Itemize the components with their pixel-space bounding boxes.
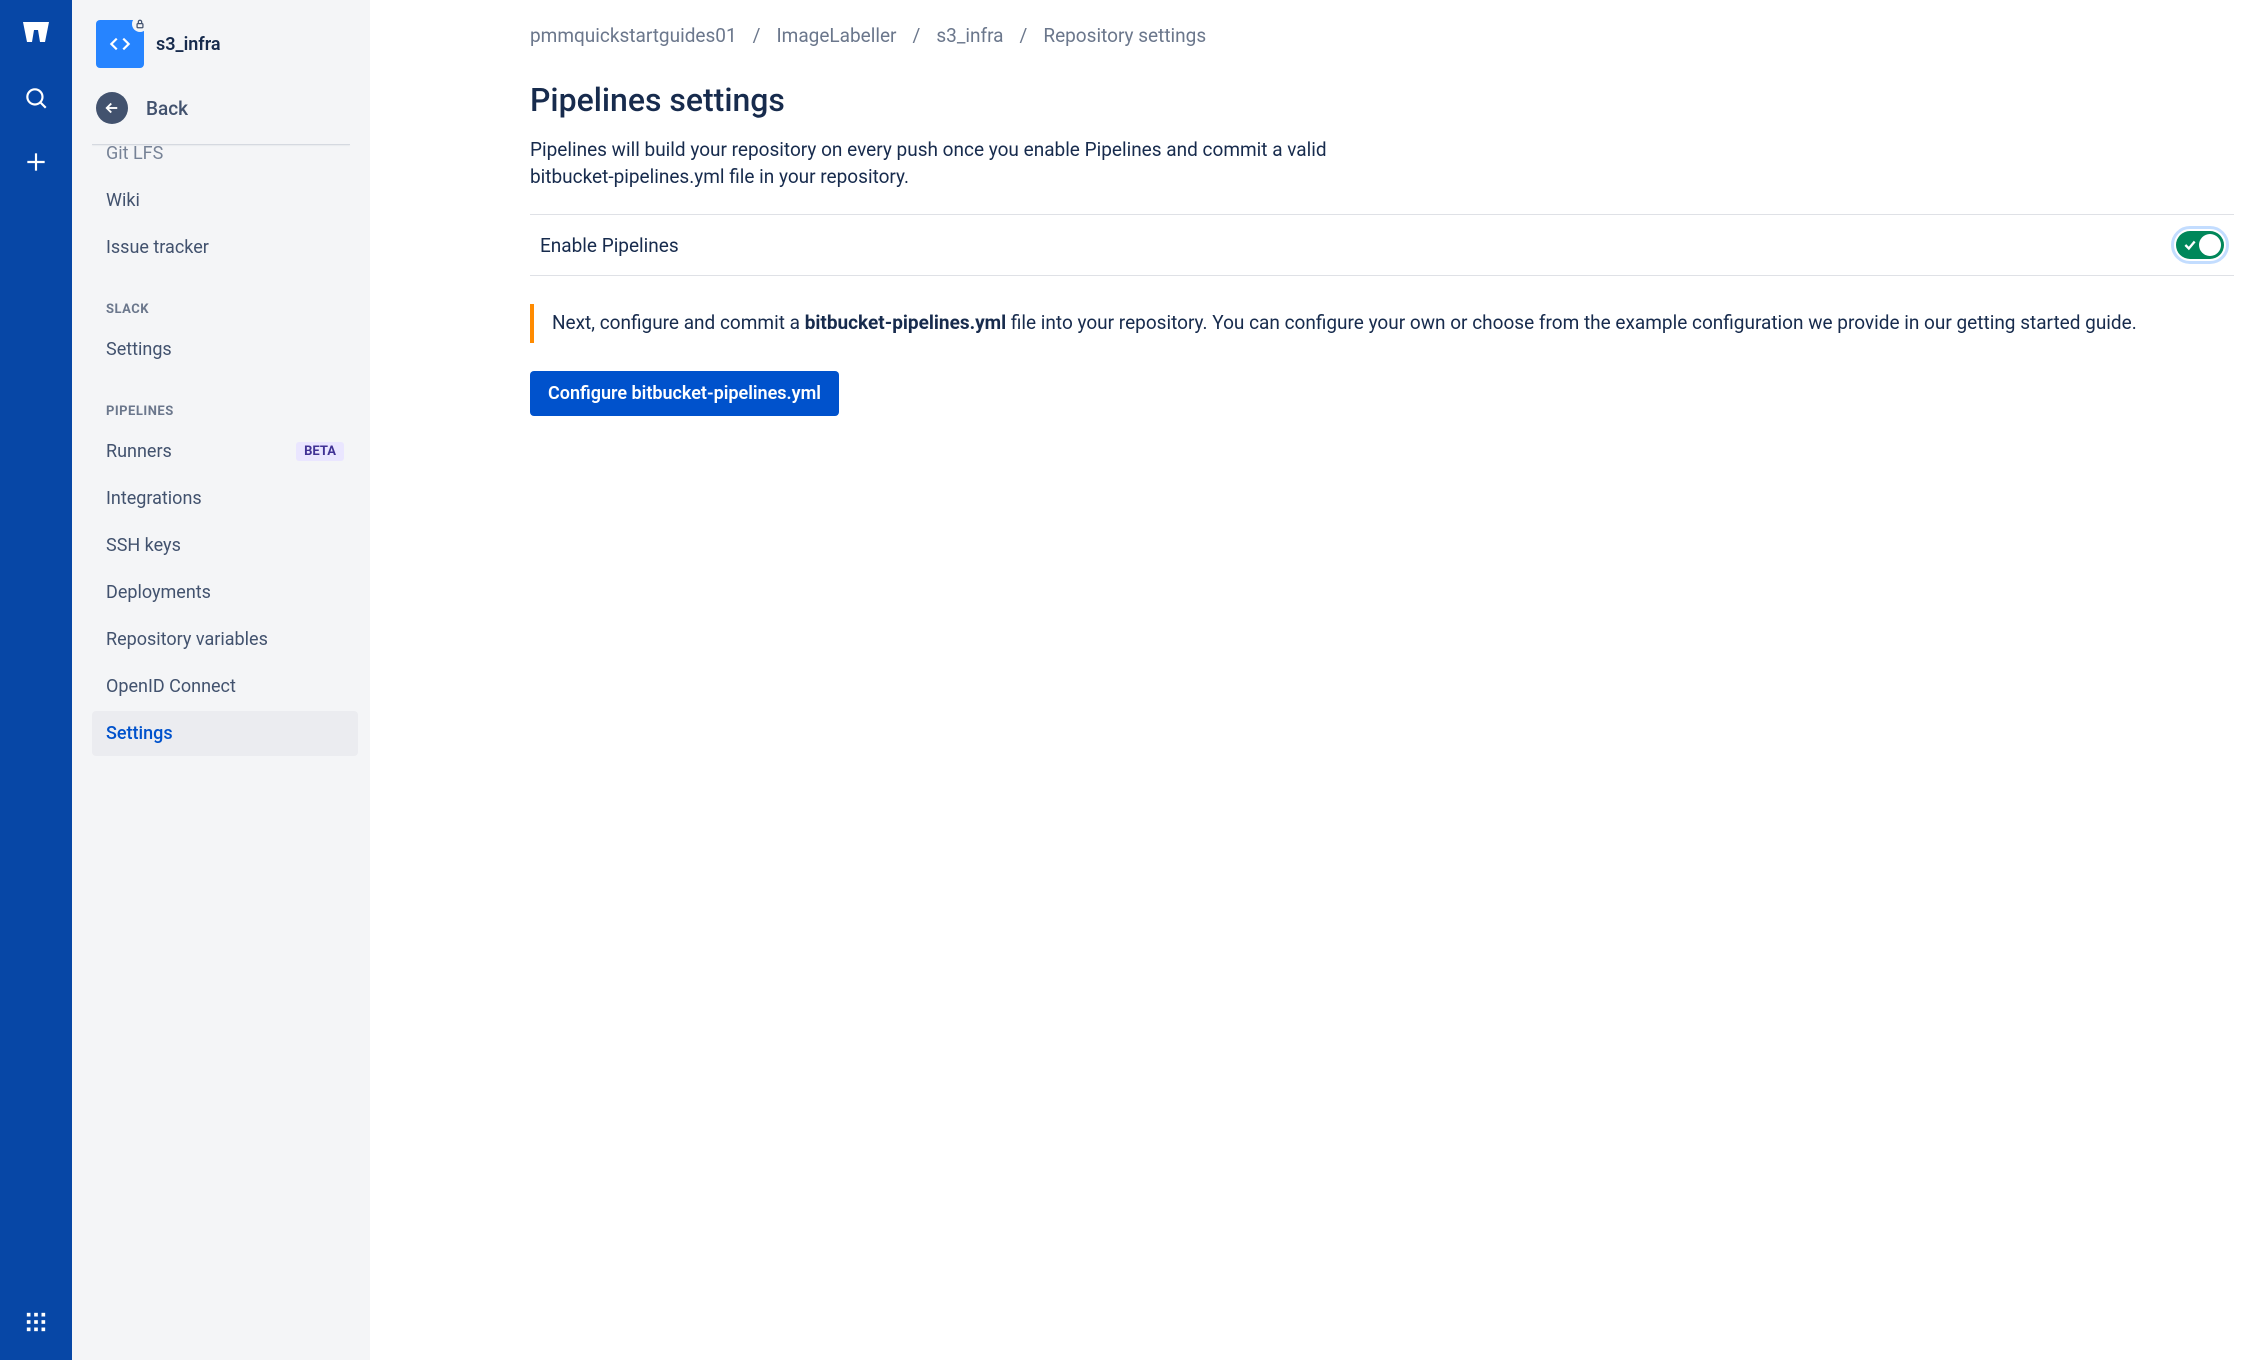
sidebar-item-label: Runners [106,441,172,462]
sidebar-item-label: Integrations [106,488,202,509]
beta-badge: BETA [296,442,344,461]
repo-title: s3_infra [156,34,221,55]
breadcrumb-link[interactable]: ImageLabeller [777,24,897,47]
section-heading-pipelines: PIPELINES [92,374,358,429]
enable-pipelines-toggle[interactable] [2176,231,2224,259]
sidebar-item-wiki[interactable]: Wiki [92,178,358,223]
check-icon [2183,236,2197,258]
search-icon[interactable] [16,78,56,118]
callout: Next, configure and commit a bitbucket-p… [530,304,2234,343]
sidebar: s3_infra Back Git LFS Wiki Issue tracker… [72,0,370,1360]
product-logo-icon[interactable] [16,14,56,54]
breadcrumb-separator: / [912,24,920,47]
breadcrumb-link[interactable]: pmmquickstartguides01 [530,24,737,47]
repo-header: s3_infra [72,0,370,84]
enable-pipelines-label: Enable Pipelines [540,234,679,257]
configure-pipelines-button[interactable]: Configure bitbucket-pipelines.yml [530,371,839,416]
apps-grid-icon[interactable] [16,1302,56,1342]
repo-avatar [96,20,144,68]
sidebar-item-runners[interactable]: Runners BETA [92,429,358,474]
global-nav [0,0,72,1360]
sidebar-item-git-lfs[interactable]: Git LFS [92,145,358,176]
sidebar-item-ssh-keys[interactable]: SSH keys [92,523,358,568]
create-icon[interactable] [16,142,56,182]
breadcrumb-link[interactable]: s3_infra [936,24,1003,47]
sidebar-item-integrations[interactable]: Integrations [92,476,358,521]
section-heading-slack: SLACK [92,272,358,327]
sidebar-nav[interactable]: Git LFS Wiki Issue tracker SLACK Setting… [72,145,370,1360]
sidebar-item-label: Wiki [106,190,140,211]
sidebar-item-label: Settings [106,339,172,360]
sidebar-item-label: SSH keys [106,535,181,556]
breadcrumb-link[interactable]: Repository settings [1043,24,1206,47]
sidebar-item-label: OpenID Connect [106,676,236,697]
page-title: Pipelines settings [530,81,2234,119]
sidebar-item-deployments[interactable]: Deployments [92,570,358,615]
sidebar-item-slack-settings[interactable]: Settings [92,327,358,372]
callout-text-prefix: Next, configure and commit a [552,311,805,334]
sidebar-item-label: Settings [106,723,173,744]
sidebar-item-issue-tracker[interactable]: Issue tracker [92,225,358,270]
breadcrumb-separator: / [753,24,761,47]
lock-icon [132,16,148,32]
sidebar-item-pipelines-settings[interactable]: Settings [92,711,358,756]
back-label: Back [146,97,188,120]
sidebar-item-label: Repository variables [106,629,268,650]
callout-text-suffix: file into your repository. You can confi… [1006,311,2137,334]
arrow-left-icon [96,92,128,124]
page-description: Pipelines will build your repository on … [530,137,1400,190]
breadcrumb: pmmquickstartguides01 / ImageLabeller / … [530,24,2234,47]
toggle-knob [2199,234,2221,256]
sidebar-item-label: Git LFS [106,145,163,164]
sidebar-item-repository-variables[interactable]: Repository variables [92,617,358,662]
sidebar-item-label: Issue tracker [106,237,209,258]
sidebar-item-openid-connect[interactable]: OpenID Connect [92,664,358,709]
back-button[interactable]: Back [72,84,370,144]
enable-pipelines-row: Enable Pipelines [530,214,2234,276]
callout-text-bold: bitbucket-pipelines.yml [805,311,1006,334]
sidebar-item-label: Deployments [106,582,211,603]
breadcrumb-separator: / [1020,24,1028,47]
main-content: pmmquickstartguides01 / ImageLabeller / … [370,0,2258,1360]
